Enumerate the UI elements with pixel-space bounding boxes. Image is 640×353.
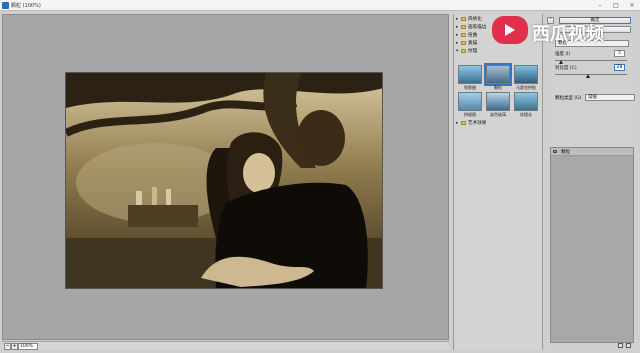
zoom-out-button[interactable]: −	[4, 343, 11, 350]
zoom-in-button[interactable]: +	[11, 343, 18, 350]
title-bar: 颗粒 (100%) – □ ×	[0, 0, 640, 11]
contrast-slider-track[interactable]	[555, 74, 627, 75]
thumb-label: 马赛克拼贴	[516, 85, 536, 90]
thumb-stained-glass[interactable]	[486, 92, 510, 111]
preview-area[interactable]	[2, 14, 449, 340]
thumb-label: 颗粒	[494, 85, 502, 90]
thumb-label: 纹理化	[520, 112, 532, 117]
effect-layer-row[interactable]: 颗粒	[551, 148, 633, 156]
category-label: 素描	[468, 41, 478, 46]
category-label: 纹理	[468, 49, 478, 54]
filter-gallery-window: 颗粒 (100%) – □ × − + 100% ▸ 风格化 ▸ 画笔描边 ▸ …	[0, 0, 640, 353]
thumb-label: 龟裂缝	[464, 85, 476, 90]
intensity-slider-track[interactable]	[555, 60, 627, 61]
thumb-mosaic-tiles[interactable]	[514, 65, 538, 84]
folder-open-icon	[461, 48, 466, 53]
window-title: 颗粒 (100%)	[11, 3, 41, 9]
thumb-patchwork[interactable]	[458, 92, 482, 111]
intensity-label: 强度 (I)	[555, 52, 571, 57]
minimize-icon[interactable]: –	[592, 0, 608, 11]
thumb-label: 染色玻璃	[490, 112, 506, 117]
app-icon	[2, 2, 9, 9]
preview-image	[65, 72, 383, 289]
thumb-texturizer[interactable]	[514, 92, 538, 111]
contrast-input[interactable]: 28	[614, 64, 625, 71]
zoom-bar: − + 100%	[2, 341, 449, 350]
thumb-craquelure[interactable]	[458, 65, 482, 84]
thumb-label: 拼缀图	[464, 112, 476, 117]
folder-icon	[461, 40, 466, 45]
folder-icon	[461, 32, 466, 37]
category-label: 风格化	[468, 17, 482, 22]
folder-icon	[461, 120, 466, 125]
watermark-text: 西瓜视频	[532, 24, 604, 45]
thumb-grain[interactable]	[484, 63, 512, 86]
eye-icon[interactable]	[553, 150, 557, 153]
category-label: 艺术效果	[468, 121, 487, 126]
filter-gallery-panel: ▸ 风格化 ▸ 画笔描边 ▸ 扭曲 ▸ 素描 ▾ 纹理 龟裂缝 颗粒 马赛克拼贴 拼缀图 …	[453, 14, 543, 350]
close-icon[interactable]: ×	[624, 0, 640, 11]
xigua-video-logo-icon	[492, 16, 528, 44]
effect-layers-panel: 颗粒	[550, 147, 634, 343]
play-icon	[505, 24, 515, 36]
delete-effect-layer-icon[interactable]	[626, 343, 631, 348]
maximize-icon[interactable]: □	[608, 0, 624, 11]
category-label: 扭曲	[468, 33, 478, 38]
category-artistic[interactable]: ▸ 艺术效果	[456, 120, 542, 127]
grain-type-select[interactable]: 常规	[585, 94, 635, 101]
effect-layer-name: 颗粒	[561, 150, 570, 155]
category-label: 画笔描边	[468, 25, 487, 30]
zoom-select[interactable]: 100%	[18, 343, 38, 350]
folder-icon	[461, 16, 466, 21]
folder-icon	[461, 24, 466, 29]
intensity-input[interactable]: 5	[614, 50, 625, 57]
contrast-label: 对比度 (C)	[555, 66, 577, 71]
category-texture[interactable]: ▾ 纹理	[456, 48, 542, 55]
sepia-couple-photo	[66, 73, 382, 288]
grain-type-label: 颗粒类型 (G)	[555, 96, 582, 101]
contrast-slider-thumb[interactable]	[586, 74, 590, 78]
layer-footer	[550, 343, 634, 349]
new-effect-layer-icon[interactable]	[618, 343, 623, 348]
intensity-slider-thumb[interactable]	[559, 60, 563, 64]
